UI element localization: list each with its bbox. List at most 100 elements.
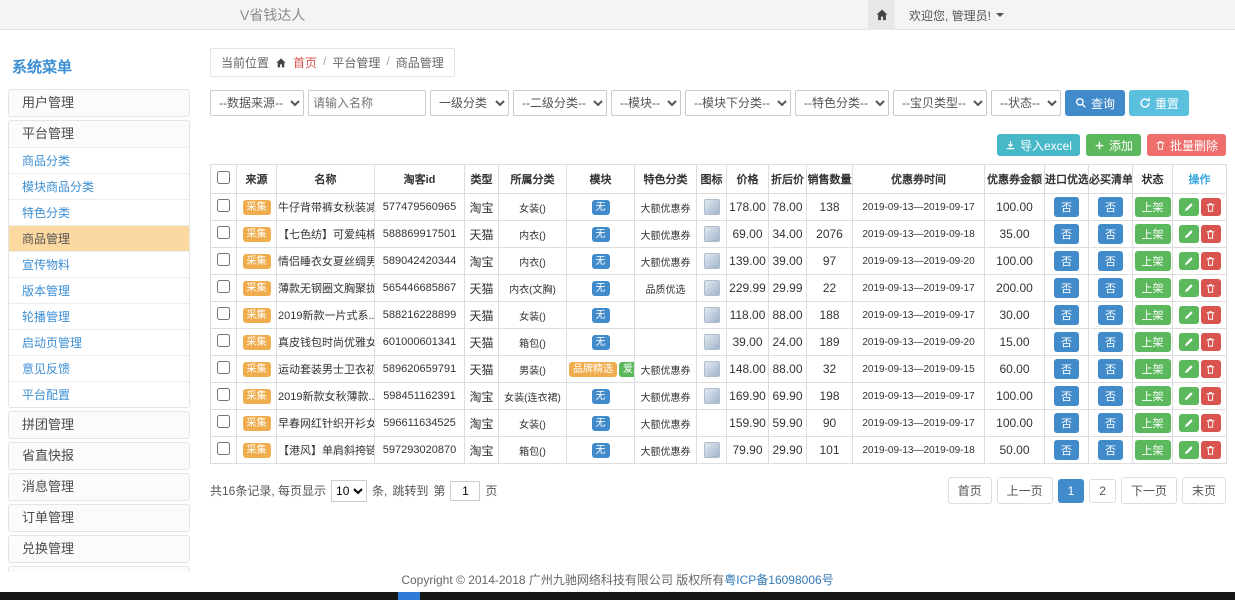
level2-category-select[interactable]: --二级分类--: [513, 90, 607, 116]
edit-button[interactable]: [1179, 198, 1199, 216]
delete-button[interactable]: [1201, 333, 1221, 351]
row-checkbox[interactable]: [217, 442, 230, 455]
page-jump-input[interactable]: [450, 481, 480, 501]
sidebar-section-header[interactable]: 拼团管理: [9, 412, 189, 438]
imported-toggle-button[interactable]: 否: [1054, 305, 1079, 325]
sidebar-item[interactable]: 意见反馈: [9, 355, 189, 381]
delete-button[interactable]: [1201, 279, 1221, 297]
imported-toggle-button[interactable]: 否: [1054, 197, 1079, 217]
status-button[interactable]: 上架: [1135, 305, 1171, 325]
sidebar-section-header[interactable]: 用户管理: [9, 90, 189, 116]
sidebar-section-header[interactable]: 消息管理: [9, 474, 189, 500]
breadcrumb-home-link[interactable]: 首页: [293, 54, 317, 71]
delete-button[interactable]: [1201, 198, 1221, 216]
sidebar-item[interactable]: 商品管理: [9, 225, 189, 251]
must-buy-toggle-button[interactable]: 否: [1098, 305, 1123, 325]
row-checkbox[interactable]: [217, 199, 230, 212]
user-menu[interactable]: 欢迎您, 管理员!: [909, 7, 1004, 24]
edit-button[interactable]: [1179, 333, 1199, 351]
edit-button[interactable]: [1179, 252, 1199, 270]
edit-button[interactable]: [1179, 225, 1199, 243]
delete-button[interactable]: [1201, 252, 1221, 270]
must-buy-toggle-button[interactable]: 否: [1098, 359, 1123, 379]
sidebar-item[interactable]: 宣传物料: [9, 251, 189, 277]
select-all-checkbox[interactable]: [217, 171, 230, 184]
delete-button[interactable]: [1201, 414, 1221, 432]
breadcrumb-item[interactable]: 商品管理: [396, 54, 444, 71]
page-button[interactable]: 2: [1089, 479, 1116, 503]
imported-toggle-button[interactable]: 否: [1054, 359, 1079, 379]
row-checkbox[interactable]: [217, 334, 230, 347]
sidebar-item[interactable]: 特色分类: [9, 199, 189, 225]
reset-button[interactable]: 重置: [1129, 90, 1189, 116]
must-buy-toggle-button[interactable]: 否: [1098, 224, 1123, 244]
sidebar-section-header[interactable]: 订单管理: [9, 505, 189, 531]
module-sub-category-select[interactable]: --模块下分类--: [685, 90, 791, 116]
sidebar-section-header[interactable]: 兑换管理: [9, 536, 189, 562]
row-checkbox[interactable]: [217, 253, 230, 266]
edit-button[interactable]: [1179, 360, 1199, 378]
home-button[interactable]: [868, 0, 895, 30]
status-button[interactable]: 上架: [1135, 359, 1171, 379]
row-checkbox[interactable]: [217, 280, 230, 293]
status-button[interactable]: 上架: [1135, 197, 1171, 217]
edit-button[interactable]: [1179, 387, 1199, 405]
page-button[interactable]: 上一页: [997, 477, 1053, 504]
row-checkbox[interactable]: [217, 361, 230, 374]
status-select[interactable]: --状态--: [991, 90, 1061, 116]
page-button[interactable]: 1: [1058, 479, 1085, 503]
sidebar-item[interactable]: 模块商品分类: [9, 173, 189, 199]
imported-toggle-button[interactable]: 否: [1054, 278, 1079, 298]
delete-button[interactable]: [1201, 441, 1221, 459]
status-button[interactable]: 上架: [1135, 413, 1171, 433]
status-button[interactable]: 上架: [1135, 278, 1171, 298]
imported-toggle-button[interactable]: 否: [1054, 224, 1079, 244]
edit-button[interactable]: [1179, 414, 1199, 432]
name-input[interactable]: [308, 90, 426, 116]
imported-toggle-button[interactable]: 否: [1054, 386, 1079, 406]
icp-link[interactable]: 粤ICP备16098006号: [724, 573, 833, 587]
status-button[interactable]: 上架: [1135, 224, 1171, 244]
row-checkbox[interactable]: [217, 307, 230, 320]
status-button[interactable]: 上架: [1135, 332, 1171, 352]
status-button[interactable]: 上架: [1135, 440, 1171, 460]
imported-toggle-button[interactable]: 否: [1054, 413, 1079, 433]
per-page-select[interactable]: 10: [331, 480, 367, 502]
page-button[interactable]: 首页: [948, 477, 992, 504]
breadcrumb-item[interactable]: 平台管理: [332, 54, 380, 71]
page-button[interactable]: 下一页: [1121, 477, 1177, 504]
edit-button[interactable]: [1179, 279, 1199, 297]
status-button[interactable]: 上架: [1135, 251, 1171, 271]
sidebar-item[interactable]: 商品分类: [9, 147, 189, 173]
must-buy-toggle-button[interactable]: 否: [1098, 332, 1123, 352]
data-source-select[interactable]: --数据来源--: [210, 90, 304, 116]
level1-category-select[interactable]: 一级分类: [430, 90, 509, 116]
sidebar-item[interactable]: 启动页管理: [9, 329, 189, 355]
delete-button[interactable]: [1201, 306, 1221, 324]
must-buy-toggle-button[interactable]: 否: [1098, 413, 1123, 433]
imported-toggle-button[interactable]: 否: [1054, 440, 1079, 460]
sidebar-section-header[interactable]: 省直快报: [9, 443, 189, 469]
item-type-select[interactable]: --宝贝类型--: [893, 90, 987, 116]
delete-button[interactable]: [1201, 225, 1221, 243]
query-button[interactable]: 查询: [1065, 90, 1125, 116]
module-select[interactable]: --模块--: [611, 90, 681, 116]
must-buy-toggle-button[interactable]: 否: [1098, 278, 1123, 298]
imported-toggle-button[interactable]: 否: [1054, 251, 1079, 271]
edit-button[interactable]: [1179, 441, 1199, 459]
import-excel-button[interactable]: 导入excel: [997, 134, 1080, 156]
imported-toggle-button[interactable]: 否: [1054, 332, 1079, 352]
row-checkbox[interactable]: [217, 388, 230, 401]
feature-category-select[interactable]: --特色分类--: [795, 90, 889, 116]
edit-button[interactable]: [1179, 306, 1199, 324]
must-buy-toggle-button[interactable]: 否: [1098, 386, 1123, 406]
batch-delete-button[interactable]: 批量删除: [1147, 134, 1226, 156]
must-buy-toggle-button[interactable]: 否: [1098, 251, 1123, 271]
status-button[interactable]: 上架: [1135, 386, 1171, 406]
must-buy-toggle-button[interactable]: 否: [1098, 440, 1123, 460]
row-checkbox[interactable]: [217, 415, 230, 428]
row-checkbox[interactable]: [217, 226, 230, 239]
sidebar-item[interactable]: 版本管理: [9, 277, 189, 303]
sidebar-item[interactable]: 轮播管理: [9, 303, 189, 329]
delete-button[interactable]: [1201, 360, 1221, 378]
